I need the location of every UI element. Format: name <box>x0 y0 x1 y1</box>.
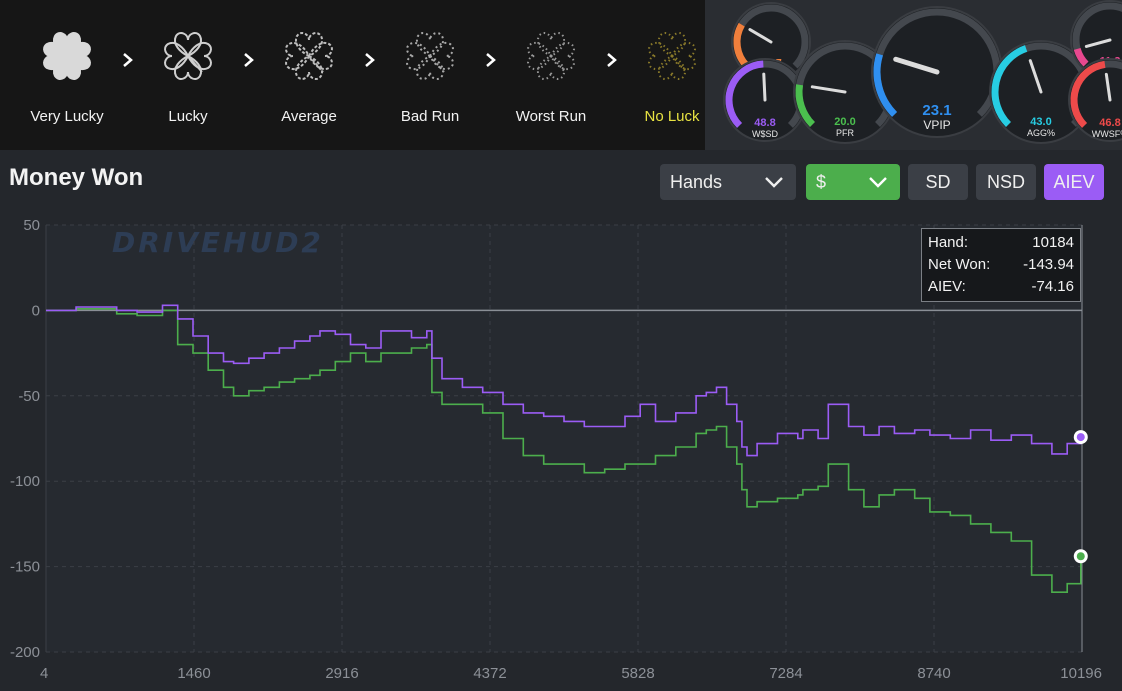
y-tick-label: 0 <box>32 302 40 319</box>
y-tick-label: 50 <box>23 217 40 234</box>
luck-level-worst-run: Worst Run <box>491 26 611 125</box>
hover-tooltip: Hand: 10184 Net Won: -143.94 AIEV: -74.1… <box>921 228 1081 302</box>
y-tick-label: -100 <box>10 473 40 490</box>
x-tick-label: 8740 <box>917 665 950 682</box>
tooltip-label: AIEV: <box>928 278 966 295</box>
x-tick-label: 4 <box>40 665 48 682</box>
x-tick-label: 1460 <box>177 665 210 682</box>
gauge-label: PFR <box>836 128 855 138</box>
clover-icon <box>648 32 696 80</box>
hover-marker-dot <box>1076 433 1085 442</box>
gauge-value: 20.0 <box>834 116 855 128</box>
tooltip-label: Hand: <box>928 234 969 251</box>
clover-icon <box>164 32 212 80</box>
toggle-sd-button[interactable]: SD <box>908 164 968 200</box>
x-tick-label: 5828 <box>621 665 654 682</box>
x-mode-dropdown[interactable]: Hands <box>660 164 796 200</box>
gauge-label: W$SD <box>752 129 779 139</box>
gauge-value: 23.1 <box>922 102 951 119</box>
luck-level-very-lucky: Very Lucky <box>7 26 127 125</box>
luck-level-lucky: Lucky <box>128 26 248 125</box>
watermark-logo: DRIVEHUD2 <box>112 226 324 259</box>
luck-level-label: Worst Run <box>515 108 587 125</box>
chevron-down-icon <box>869 177 887 188</box>
luck-level-label: Very Lucky <box>30 108 104 125</box>
clover-icon <box>527 32 575 80</box>
y-tick-label: -50 <box>18 388 40 405</box>
tooltip-value: -74.16 <box>1031 278 1074 295</box>
luck-level-bad-run: Bad Run <box>370 26 490 125</box>
gauge-value: 46.8 <box>1099 117 1120 129</box>
clover-icon <box>43 32 91 80</box>
tooltip-row-net-won: Net Won: -143.94 <box>928 254 1074 276</box>
gauge-value: 48.8 <box>754 117 775 129</box>
tooltip-value: -143.94 <box>1023 256 1074 273</box>
tooltip-row-hand: Hand: 10184 <box>928 232 1074 254</box>
gauge-vpip: 23.1VPIP <box>871 6 1003 138</box>
tooltip-value: 10184 <box>1032 234 1074 251</box>
chart-header: Money Won Hands $ SD NSD AIEV <box>0 150 1122 212</box>
x-tick-label: 7284 <box>769 665 802 682</box>
clover-icon <box>285 32 333 80</box>
hover-marker-dot <box>1076 552 1085 561</box>
gauge-label: AGG% <box>1027 128 1055 138</box>
luck-level-average: Average <box>249 26 369 125</box>
gauges-svg: 27.7WTSD48.8W$SD20.0PFR23.1VPIP43.0AGG%1… <box>723 0 1122 144</box>
tooltip-row-aiev: AIEV: -74.16 <box>928 276 1074 298</box>
tooltip-label: Net Won: <box>928 256 991 273</box>
stats-gauges: 27.7WTSD48.8W$SD20.0PFR23.1VPIP43.0AGG%1… <box>705 0 1122 150</box>
toggle-aiev-button[interactable]: AIEV <box>1044 164 1104 200</box>
gauge-value: 43.0 <box>1030 116 1051 128</box>
x-tick-label: 2916 <box>325 665 358 682</box>
x-tick-label: 4372 <box>473 665 506 682</box>
x-mode-label: Hands <box>670 171 723 192</box>
luck-level-label: Bad Run <box>400 108 460 125</box>
gauge-label: VPIP <box>923 118 950 132</box>
luck-scale: Very Lucky Lucky Average Bad Run Worst Run No… <box>0 0 705 150</box>
clover-icon <box>406 32 454 80</box>
gauge-label: WWSF% <box>1092 129 1122 139</box>
x-tick-label: 10196 <box>1060 665 1102 682</box>
luck-level-label: Average <box>281 108 337 125</box>
currency-dropdown[interactable]: $ <box>806 164 900 200</box>
luck-level-label: Lucky <box>168 108 208 125</box>
y-tick-label: -200 <box>10 644 40 661</box>
toggle-nsd-button[interactable]: NSD <box>976 164 1036 200</box>
currency-label: $ <box>816 171 827 192</box>
chevron-down-icon <box>765 177 783 188</box>
page-title: Money Won <box>9 164 144 191</box>
y-tick-label: -150 <box>10 559 40 576</box>
